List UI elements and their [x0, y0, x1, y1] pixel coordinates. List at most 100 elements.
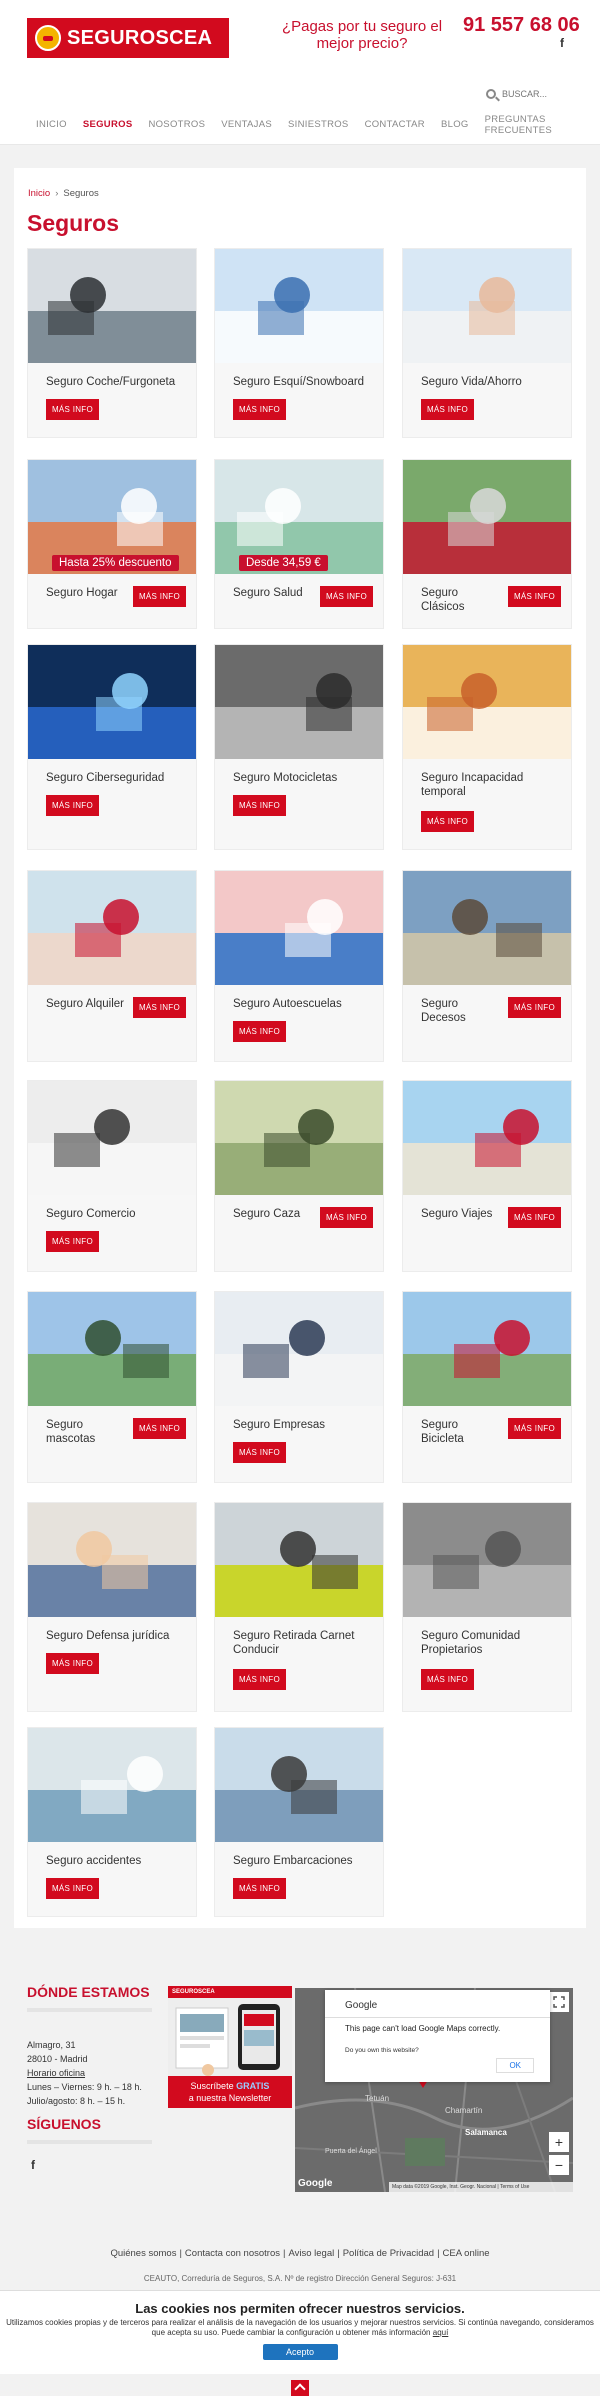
insurance-card-image[interactable]: [403, 1292, 571, 1406]
footer-link-quienes-somos[interactable]: Quiénes somos: [110, 2248, 176, 2259]
insurance-card-image[interactable]: [403, 645, 571, 759]
insurance-card-title[interactable]: Seguro Coche/Furgoneta: [46, 375, 186, 389]
more-info-button[interactable]: MÁS INFO: [233, 1021, 286, 1042]
insurance-card-title[interactable]: Seguro Comunidad Propietarios: [421, 1629, 561, 1657]
insurance-card-image[interactable]: [28, 1081, 196, 1195]
zoom-in-button[interactable]: +: [549, 2132, 569, 2152]
insurance-card-title[interactable]: Seguro Autoescuelas: [233, 997, 373, 1011]
more-info-button[interactable]: MÁS INFO: [421, 399, 474, 420]
insurance-card-image[interactable]: [215, 1728, 383, 1842]
more-info-button[interactable]: MÁS INFO: [233, 1878, 286, 1899]
more-info-button[interactable]: MÁS INFO: [508, 997, 561, 1018]
cookie-more-link[interactable]: aquí: [433, 2328, 449, 2337]
insurance-card-title[interactable]: Seguro Viajes: [421, 1207, 503, 1221]
search-icon[interactable]: [486, 89, 496, 99]
search-input[interactable]: [502, 89, 582, 99]
insurance-card-title[interactable]: Seguro Vida/Ahorro: [421, 375, 561, 389]
insurance-card-title[interactable]: Seguro accidentes: [46, 1854, 186, 1868]
insurance-card-image[interactable]: Hasta 25% descuento: [28, 460, 196, 574]
nav-seguros[interactable]: SEGUROS: [83, 119, 133, 130]
insurance-card-title[interactable]: Seguro Empresas: [233, 1418, 373, 1432]
footer-link-privacidad[interactable]: Política de Privacidad: [343, 2248, 434, 2259]
insurance-card-image[interactable]: [28, 871, 196, 985]
insurance-card-image[interactable]: [28, 645, 196, 759]
insurance-card-title[interactable]: Seguro Motocicletas: [233, 771, 373, 785]
insurance-card-image[interactable]: [28, 1292, 196, 1406]
insurance-card-image[interactable]: [28, 1503, 196, 1617]
facebook-icon[interactable]: f: [560, 36, 564, 50]
footer-link-aviso-legal[interactable]: Aviso legal: [288, 2248, 334, 2259]
more-info-button[interactable]: MÁS INFO: [421, 811, 474, 832]
insurance-card-title[interactable]: Seguro Comercio: [46, 1207, 186, 1221]
more-info-button[interactable]: MÁS INFO: [508, 586, 561, 607]
insurance-card-title[interactable]: Seguro Decesos: [421, 997, 503, 1025]
insurance-card-title[interactable]: Seguro Clásicos: [421, 586, 503, 614]
more-info-button[interactable]: MÁS INFO: [46, 795, 99, 816]
more-info-button[interactable]: MÁS INFO: [133, 586, 186, 607]
more-info-button[interactable]: MÁS INFO: [508, 1207, 561, 1228]
more-info-button[interactable]: MÁS INFO: [46, 1231, 99, 1252]
footer-link-cea-online[interactable]: CEA online: [443, 2248, 490, 2259]
insurance-card-image[interactable]: [215, 1503, 383, 1617]
header-phone[interactable]: 91 557 68 06: [463, 14, 580, 37]
insurance-card-title[interactable]: Seguro Embarcaciones: [233, 1854, 373, 1868]
more-info-button[interactable]: MÁS INFO: [133, 997, 186, 1018]
nav-siniestros[interactable]: SINIESTROS: [288, 119, 349, 130]
insurance-card-image[interactable]: [403, 249, 571, 363]
insurance-card-image[interactable]: [215, 871, 383, 985]
insurance-card-title[interactable]: Seguro Salud: [233, 586, 315, 600]
insurance-card-image[interactable]: [215, 1081, 383, 1195]
insurance-card-image[interactable]: [403, 871, 571, 985]
more-info-button[interactable]: MÁS INFO: [46, 399, 99, 420]
cookie-accept-button[interactable]: Acepto: [262, 2344, 338, 2360]
newsletter-cta[interactable]: Suscríbete GRATIS a nuestra Newsletter: [168, 2076, 292, 2108]
site-logo[interactable]: SEGUROSCEA: [27, 18, 229, 58]
more-info-button[interactable]: MÁS INFO: [233, 1669, 286, 1690]
insurance-card-image[interactable]: [215, 1292, 383, 1406]
back-to-top-button[interactable]: [291, 2380, 309, 2396]
breadcrumb-home[interactable]: Inicio: [28, 188, 50, 199]
nav-nosotros[interactable]: NOSOTROS: [148, 119, 205, 130]
nav-inicio[interactable]: INICIO: [36, 119, 67, 130]
dialog-ok-button[interactable]: OK: [496, 2058, 534, 2073]
more-info-button[interactable]: MÁS INFO: [508, 1418, 561, 1439]
fullscreen-icon[interactable]: [549, 1992, 569, 2012]
insurance-card-title[interactable]: Seguro Retirada Carnet Conducir: [233, 1629, 373, 1657]
insurance-card-image[interactable]: [28, 249, 196, 363]
nav-blog[interactable]: BLOG: [441, 119, 469, 130]
insurance-card-image[interactable]: [28, 1728, 196, 1842]
nav-preguntas-frecuentes[interactable]: PREGUNTAS FRECUENTES: [485, 114, 584, 136]
insurance-card-image[interactable]: [403, 460, 571, 574]
insurance-card-title[interactable]: Seguro Hogar: [46, 586, 128, 600]
more-info-button[interactable]: MÁS INFO: [320, 1207, 373, 1228]
facebook-icon[interactable]: f: [31, 2158, 177, 2172]
insurance-card-image[interactable]: Desde 34,59 €: [215, 460, 383, 574]
insurance-card-title[interactable]: Seguro Alquiler: [46, 997, 128, 1011]
zoom-out-button[interactable]: −: [549, 2155, 569, 2175]
footer-link-contacta[interactable]: Contacta con nosotros: [185, 2248, 280, 2259]
more-info-button[interactable]: MÁS INFO: [233, 1442, 286, 1463]
hours-link[interactable]: Horario oficina: [27, 2066, 177, 2080]
insurance-card-title[interactable]: Seguro Incapacidad temporal: [421, 771, 561, 799]
more-info-button[interactable]: MÁS INFO: [46, 1653, 99, 1674]
more-info-button[interactable]: MÁS INFO: [133, 1418, 186, 1439]
insurance-card-title[interactable]: Seguro mascotas: [46, 1418, 128, 1446]
insurance-card-image[interactable]: [215, 249, 383, 363]
insurance-card-image[interactable]: [215, 645, 383, 759]
insurance-card-image[interactable]: [403, 1081, 571, 1195]
more-info-button[interactable]: MÁS INFO: [421, 1669, 474, 1690]
map-attribution[interactable]: Map data ©2019 Google, Inst. Geogr. Naci…: [389, 2182, 573, 2192]
more-info-button[interactable]: MÁS INFO: [320, 586, 373, 607]
newsletter-banner[interactable]: SEGUROSCEA Suscríbete GRATIS a nuestra N…: [168, 1986, 292, 2108]
insurance-card-image[interactable]: [403, 1503, 571, 1617]
insurance-card-title[interactable]: Seguro Esquí/Snowboard: [233, 375, 373, 389]
nav-ventajas[interactable]: VENTAJAS: [221, 119, 272, 130]
more-info-button[interactable]: MÁS INFO: [46, 1878, 99, 1899]
insurance-card-title[interactable]: Seguro Bicicleta: [421, 1418, 503, 1446]
more-info-button[interactable]: MÁS INFO: [233, 399, 286, 420]
insurance-card-title[interactable]: Seguro Defensa jurídica: [46, 1629, 186, 1643]
more-info-button[interactable]: MÁS INFO: [233, 795, 286, 816]
nav-contactar[interactable]: CONTACTAR: [365, 119, 425, 130]
insurance-card-title[interactable]: Seguro Ciberseguridad: [46, 771, 186, 785]
insurance-card-title[interactable]: Seguro Caza: [233, 1207, 315, 1221]
